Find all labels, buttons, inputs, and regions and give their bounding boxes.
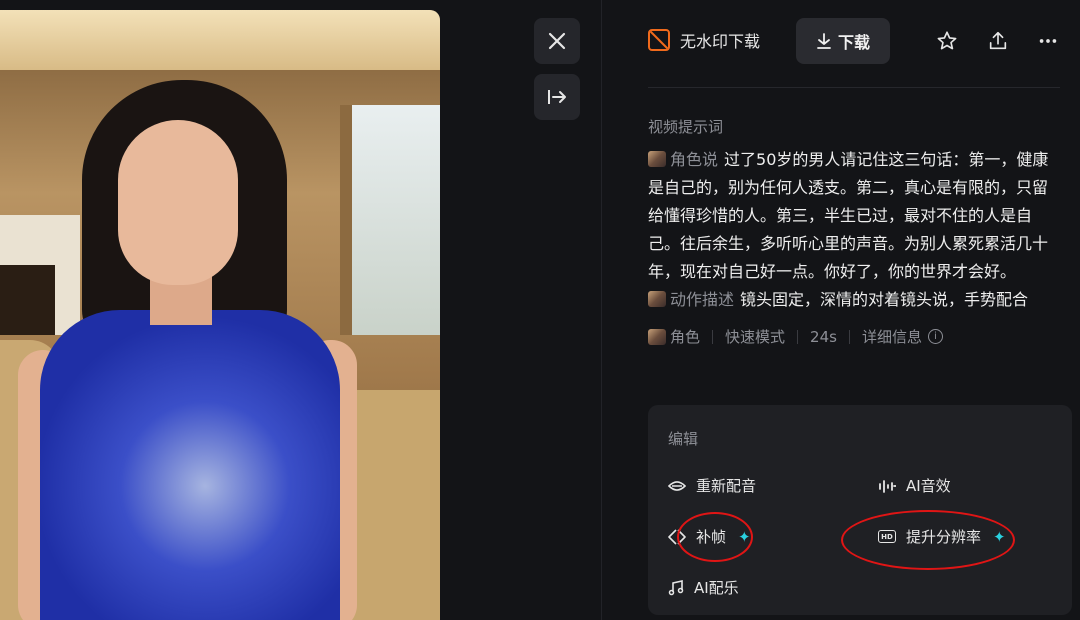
close-button[interactable] bbox=[534, 18, 580, 64]
no-watermark-icon bbox=[648, 29, 670, 51]
topbar-divider bbox=[648, 87, 1060, 88]
more-icon bbox=[1039, 39, 1057, 43]
role-avatar-icon bbox=[648, 328, 666, 345]
no-watermark-download[interactable]: 无水印下载 bbox=[648, 28, 760, 52]
window bbox=[340, 105, 440, 335]
video-preview[interactable] bbox=[0, 10, 440, 620]
meta-row: 角色 快速模式 24s 详细信息 i bbox=[648, 326, 943, 347]
ai-music-button[interactable]: AI配乐 bbox=[668, 577, 739, 598]
face bbox=[118, 120, 238, 285]
download-label: 下载 bbox=[837, 33, 870, 52]
meta-details[interactable]: 详细信息 bbox=[862, 326, 922, 347]
separator bbox=[712, 329, 714, 344]
edit-panel: 编辑 重新配音 AI音效 补帧 ✦ HD 提升分辨率 ✦ AI配乐 bbox=[648, 405, 1072, 615]
upscale-button[interactable]: HD 提升分辨率 ✦ bbox=[878, 526, 1006, 547]
role-text: 过了50岁的男人请记住这三句话：第一，健康是自己的，别为任何人透支。第二，真心是… bbox=[648, 150, 1049, 281]
upscale-label: 提升分辨率 bbox=[906, 528, 982, 546]
prompt-title: 视频提示词 bbox=[648, 118, 724, 136]
role-avatar-icon bbox=[648, 151, 666, 167]
collapse-panel-button[interactable] bbox=[534, 74, 580, 120]
hd-icon: HD bbox=[878, 530, 896, 543]
ceiling bbox=[0, 10, 440, 70]
action-avatar-icon bbox=[648, 291, 666, 307]
frame-interpolation-button[interactable]: 补帧 ✦ bbox=[668, 526, 751, 547]
panel-divider bbox=[601, 0, 602, 620]
favorite-button[interactable] bbox=[934, 28, 960, 54]
share-icon bbox=[989, 31, 1007, 50]
sparkle-icon: ✦ bbox=[993, 527, 1006, 546]
edit-title: 编辑 bbox=[668, 430, 699, 448]
more-button[interactable] bbox=[1035, 28, 1061, 54]
no-watermark-label: 无水印下载 bbox=[680, 32, 761, 51]
download-icon bbox=[817, 33, 831, 49]
sound-wave-icon bbox=[879, 479, 896, 493]
meta-duration: 24s bbox=[810, 327, 837, 346]
ai-sfx-label: AI音效 bbox=[906, 477, 951, 495]
redub-button[interactable]: 重新配音 bbox=[668, 475, 756, 496]
ai-sfx-button[interactable]: AI音效 bbox=[878, 475, 951, 496]
redub-label: 重新配音 bbox=[696, 477, 757, 495]
action-text: 镜头固定，深情的对着镜头说，手势配合 bbox=[740, 290, 1029, 309]
blue-dress bbox=[40, 310, 340, 620]
action-tag: 动作描述 bbox=[670, 290, 735, 309]
share-button[interactable] bbox=[985, 28, 1011, 54]
fireplace-opening bbox=[0, 265, 55, 335]
lips-icon bbox=[668, 480, 686, 491]
music-note-icon bbox=[668, 579, 684, 595]
role-tag: 角色说 bbox=[670, 150, 719, 169]
meta-mode: 快速模式 bbox=[725, 328, 786, 346]
prompt-body: 角色说 过了50岁的男人请记住这三句话：第一，健康是自己的，别为任何人透支。第二，… bbox=[648, 146, 1062, 314]
separator bbox=[797, 329, 799, 344]
arrow-right-bar-icon bbox=[548, 90, 566, 104]
close-icon bbox=[548, 32, 566, 50]
frame-interp-icon bbox=[668, 528, 686, 545]
ai-music-label: AI配乐 bbox=[694, 579, 739, 597]
frame-interp-label: 补帧 bbox=[696, 528, 727, 546]
separator bbox=[848, 329, 850, 344]
download-button[interactable]: 下载 bbox=[796, 18, 890, 64]
star-icon bbox=[937, 31, 957, 50]
topbar: 无水印下载 下载 bbox=[648, 18, 1068, 66]
info-icon[interactable]: i bbox=[927, 329, 943, 344]
sparkle-icon: ✦ bbox=[738, 527, 751, 546]
meta-role: 角色 bbox=[670, 328, 701, 346]
